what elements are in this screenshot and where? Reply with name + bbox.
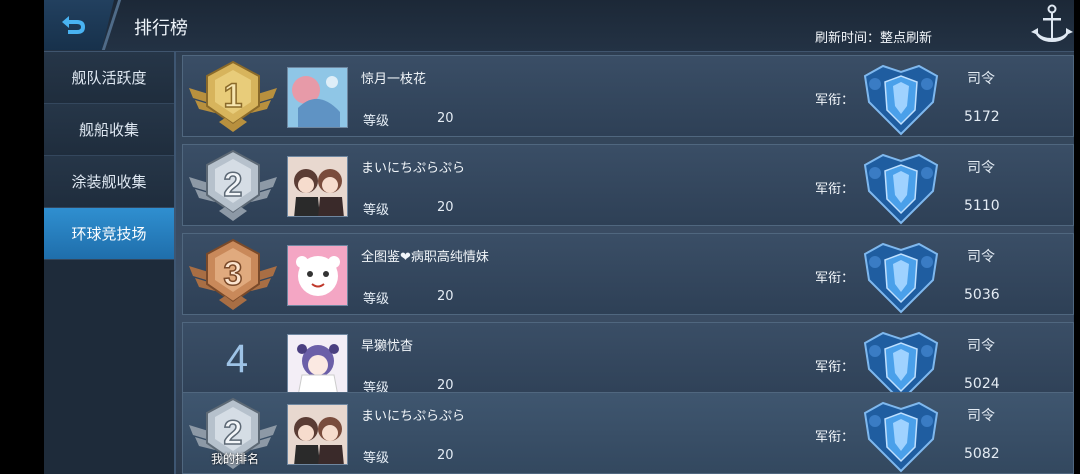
player-name: まいにちぷらぷら [361, 409, 466, 424]
sidebar-item-global-arena[interactable]: 环球竞技场 [44, 208, 174, 260]
commander-crest-icon [863, 242, 939, 314]
rank-number: 4 [225, 337, 249, 381]
score-value: 5172 [964, 109, 1000, 125]
my-rank-label: 我的排名 [211, 452, 260, 466]
sidebar-item-fleet-activity[interactable]: 舰队活跃度 [44, 52, 174, 104]
leaderboard-row[interactable]: 3 全图鉴❤病职高纯情妹 等级 20 军衔： 司令 5036 [182, 233, 1074, 315]
player-name: 旱獭忧杳 [361, 339, 414, 354]
sidebar-item-ship-collection[interactable]: 舰船收集 [44, 104, 174, 156]
svg-text:2: 2 [224, 414, 243, 452]
sidebar: 舰队活跃度 舰船收集 涂装舰收集 环球竞技场 [44, 52, 176, 474]
commander-crest-icon [863, 64, 939, 136]
level-value: 20 [437, 378, 454, 393]
page-title: 排行榜 [134, 18, 188, 39]
score-value: 5110 [964, 198, 1000, 214]
anchor-icon [1031, 4, 1073, 42]
player-name: まいにちぷらぷら [361, 161, 466, 176]
avatar[interactable] [287, 67, 348, 128]
military-rank-label: 军衔： [815, 430, 855, 445]
svg-text:2: 2 [224, 166, 243, 204]
rank-title: 司令 [967, 71, 995, 87]
top-bar: 排行榜 刷新时间：整点刷新 [44, 0, 1074, 52]
avatar[interactable] [287, 334, 348, 395]
svg-text:1: 1 [224, 77, 243, 115]
level-label: 等级 [363, 203, 390, 218]
leaderboard-screen: 排行榜 刷新时间：整点刷新 舰队活跃度 舰船收集 涂装舰收集 环球竞技场 1 惊… [44, 0, 1074, 474]
player-name: 全图鉴❤病职高纯情妹 [361, 250, 489, 265]
military-rank-label: 军衔： [815, 271, 855, 286]
rank-title: 司令 [967, 408, 995, 424]
level-value: 20 [437, 289, 454, 304]
back-arrow-icon [62, 16, 85, 34]
right-letterbox [1074, 0, 1080, 474]
score-value: 5024 [964, 376, 1000, 392]
military-rank-label: 军衔： [815, 182, 855, 197]
level-label: 等级 [363, 114, 390, 129]
level-value: 20 [437, 448, 454, 463]
leaderboard-row[interactable]: 2 まいにちぷらぷら 等级 20 军衔： 司令 5110 [182, 144, 1074, 226]
leaderboard-row[interactable]: 1 惊月一枝花 等级 20 军衔： 司令 5172 [182, 55, 1074, 137]
bronze-medal-icon: 3 [189, 238, 277, 310]
level-value: 20 [437, 111, 454, 126]
military-rank-label: 军衔： [815, 360, 855, 375]
commander-crest-icon [863, 153, 939, 225]
commander-crest-icon [863, 401, 939, 473]
rank-title: 司令 [967, 249, 995, 265]
level-value: 20 [437, 200, 454, 215]
rank-title: 司令 [967, 160, 995, 176]
gold-medal-icon: 1 [189, 60, 277, 132]
sidebar-item-skin-collection[interactable]: 涂装舰收集 [44, 156, 174, 208]
avatar[interactable] [287, 404, 348, 465]
refresh-time-text: 刷新时间：整点刷新 [815, 31, 933, 46]
score-value: 5036 [964, 287, 1000, 303]
silver-medal-icon: 2 [189, 149, 277, 221]
svg-text:3: 3 [224, 255, 243, 293]
level-label: 等级 [363, 451, 390, 466]
military-rank-label: 军衔： [815, 93, 855, 108]
level-label: 等级 [363, 292, 390, 307]
my-rank-row[interactable]: 2 我的排名 まいにちぷらぷら 等级 20 军衔： 司令 5082 [182, 392, 1074, 474]
left-letterbox [0, 0, 44, 474]
avatar[interactable] [287, 245, 348, 306]
score-value: 5082 [964, 446, 1000, 462]
rank-title: 司令 [967, 338, 995, 354]
avatar[interactable] [287, 156, 348, 217]
player-name: 惊月一枝花 [361, 72, 427, 87]
